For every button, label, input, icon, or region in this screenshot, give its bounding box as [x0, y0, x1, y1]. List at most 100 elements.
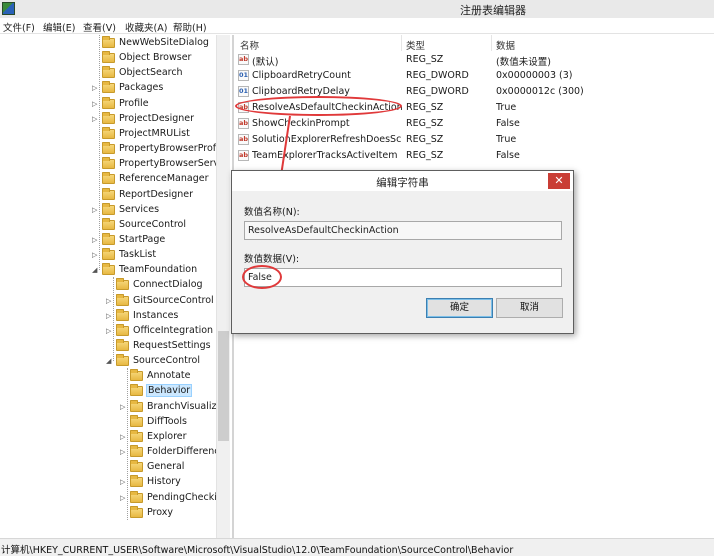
- registry-key-tree[interactable]: NewWebSiteDialog Object Browser ObjectSear…: [0, 35, 232, 538]
- tree-node[interactable]: PropertyBrowserServic: [0, 157, 227, 172]
- edit-string-dialog: 编辑字符串 ✕ 数值名称(N): 数值数据(V): 确定 取消: [231, 170, 574, 334]
- tree-node-label: SourceControl: [119, 218, 186, 230]
- column-header-data[interactable]: 数据: [496, 38, 515, 52]
- tree-collapsed-icon[interactable]: ▷: [106, 327, 111, 335]
- cancel-button[interactable]: 取消: [496, 298, 563, 318]
- value-name: (默认): [252, 57, 279, 68]
- tree-collapsed-icon[interactable]: ▷: [120, 403, 125, 411]
- tree-node[interactable]: ObjectSearch: [0, 66, 216, 81]
- tree-collapsed-icon[interactable]: ▷: [92, 251, 97, 259]
- tree-node[interactable]: ProjectMRUList: [0, 126, 216, 142]
- tree-node[interactable]: ▷ History: [0, 475, 216, 490]
- ok-button[interactable]: 确定: [426, 298, 493, 318]
- menu-edit[interactable]: 编辑(E): [43, 20, 75, 34]
- menu-file[interactable]: 文件(F): [3, 20, 35, 34]
- tree-node[interactable]: ConnectDialog: [0, 278, 216, 293]
- tree-collapsed-icon[interactable]: ▷: [92, 115, 97, 123]
- value-name-field[interactable]: [244, 221, 562, 240]
- tree-node[interactable]: DiffTools: [0, 414, 216, 430]
- value-row[interactable]: ab (默认) REG_SZ (数值未设置): [234, 52, 714, 68]
- tree-node[interactable]: ▷ Services: [0, 202, 216, 218]
- tree-collapsed-icon[interactable]: ▷: [120, 478, 125, 486]
- value-data-highlight-circle: [242, 265, 282, 289]
- tree-scroll-thumb[interactable]: [218, 331, 229, 441]
- tree-node-label: ObjectSearch: [119, 67, 183, 79]
- tree-node[interactable]: ▷ Packages: [0, 81, 216, 96]
- tree-collapsed-icon[interactable]: ▷: [120, 448, 125, 456]
- tree-collapsed-icon[interactable]: ▷: [92, 84, 97, 92]
- regedit-app-icon[interactable]: [2, 2, 15, 15]
- tree-node[interactable]: ▷ Profile: [0, 96, 216, 112]
- column-header-name[interactable]: 名称: [240, 38, 259, 52]
- dialog-title-bar[interactable]: 编辑字符串 ✕: [232, 171, 573, 191]
- tree-collapsed-icon[interactable]: ▷: [92, 100, 97, 108]
- value-row[interactable]: ab TeamExplorerTracksActiveItem REG_SZ Fals…: [234, 148, 714, 164]
- tree-node[interactable]: PropertyBrowserProfil: [0, 142, 221, 157]
- value-data-field[interactable]: [244, 268, 562, 287]
- tree-node-label: RequestSettings: [133, 340, 211, 351]
- folder-icon: [102, 202, 115, 215]
- folder-icon: [130, 505, 143, 518]
- value-row[interactable]: ab ShowCheckinPrompt REG_SZ False: [234, 116, 714, 132]
- tree-node[interactable]: SourceControl: [0, 217, 216, 233]
- folder-icon: [102, 111, 115, 124]
- tree-node[interactable]: ◢ SourceControl: [0, 354, 216, 369]
- tree-node[interactable]: ▷ GitSourceControl: [0, 293, 216, 309]
- value-row[interactable]: ab SolutionExplorerRefreshDoesSc... REG_SZ…: [234, 132, 714, 148]
- tree-node[interactable]: ▷ PendingCheckin: [0, 490, 223, 506]
- reg-string-icon: ab: [238, 118, 249, 129]
- value-row[interactable]: 01 ClipboardRetryCount REG_DWORD 0x00000003…: [234, 68, 714, 84]
- tree-node[interactable]: ▷ BranchVisualiza: [0, 399, 222, 415]
- value-data: False: [496, 118, 520, 129]
- tree-node[interactable]: Behavior: [0, 384, 216, 399]
- tree-node[interactable]: ▷ TaskList: [0, 248, 216, 263]
- tree-expanded-icon[interactable]: ◢: [106, 357, 111, 365]
- tree-node[interactable]: RequestSettings: [0, 339, 216, 354]
- tree-node-label: ReportDesigner: [119, 188, 194, 200]
- tree-node[interactable]: ▷ Instances: [0, 308, 216, 324]
- menu-view[interactable]: 查看(V): [83, 20, 116, 34]
- menu-help[interactable]: 帮助(H): [173, 20, 207, 34]
- dialog-close-button[interactable]: ✕: [548, 173, 570, 189]
- column-separator[interactable]: [491, 35, 492, 51]
- column-separator[interactable]: [401, 35, 402, 51]
- value-type: REG_SZ: [406, 54, 444, 65]
- column-header-type[interactable]: 类型: [406, 38, 425, 52]
- tree-node[interactable]: Proxy: [0, 505, 216, 521]
- tree-node-label: Proxy: [147, 506, 174, 518]
- tree-node[interactable]: ▷ Explorer: [0, 429, 216, 445]
- tree-collapsed-icon[interactable]: ▷: [120, 433, 125, 441]
- tree-collapsed-icon[interactable]: ▷: [106, 312, 111, 320]
- tree-node[interactable]: NewWebSiteDialog: [0, 36, 216, 51]
- tree-node[interactable]: General: [0, 460, 216, 475]
- tree-node-label: Explorer: [147, 430, 187, 442]
- tree-scrollbar[interactable]: [216, 35, 230, 538]
- tree-node[interactable]: ▷ StartPage: [0, 232, 216, 248]
- tree-node[interactable]: ReferenceManager: [0, 172, 216, 187]
- menu-favorites[interactable]: 收藏夹(A): [125, 20, 167, 34]
- folder-icon: [102, 263, 115, 276]
- tree-node[interactable]: ▷ OfficeIntegration: [0, 323, 216, 339]
- tree-node-label: Instances: [133, 309, 179, 321]
- tree-collapsed-icon[interactable]: ▷: [92, 236, 97, 244]
- status-bar: 计算机\HKEY_CURRENT_USER\Software\Microsoft…: [0, 538, 714, 556]
- tree-node-label: PropertyBrowserServic: [119, 158, 227, 170]
- folder-icon: [130, 475, 143, 488]
- tree-collapsed-icon[interactable]: ▷: [92, 206, 97, 214]
- tree-collapsed-icon[interactable]: ▷: [120, 494, 125, 502]
- folder-icon: [116, 278, 129, 291]
- tree-node[interactable]: ▷ FolderDifferenc: [0, 445, 220, 460]
- tree-node-label: ProjectDesigner: [119, 112, 195, 124]
- tree-collapsed-icon[interactable]: ▷: [106, 297, 111, 305]
- title-bar: 注册表编辑器: [0, 0, 714, 18]
- tree-node[interactable]: ReportDesigner: [0, 187, 216, 203]
- tree-node-label: TeamFoundation: [119, 264, 198, 276]
- value-data: True: [496, 134, 517, 145]
- tree-node[interactable]: ◢ TeamFoundation: [0, 263, 216, 278]
- folder-icon: [102, 81, 115, 94]
- tree-node[interactable]: ▷ ProjectDesigner: [0, 111, 216, 127]
- status-key-path: 计算机\HKEY_CURRENT_USER\Software\Microsoft…: [1, 545, 514, 556]
- tree-node[interactable]: Annotate: [0, 369, 216, 384]
- tree-node[interactable]: Object Browser: [0, 51, 216, 66]
- tree-expanded-icon[interactable]: ◢: [92, 266, 97, 274]
